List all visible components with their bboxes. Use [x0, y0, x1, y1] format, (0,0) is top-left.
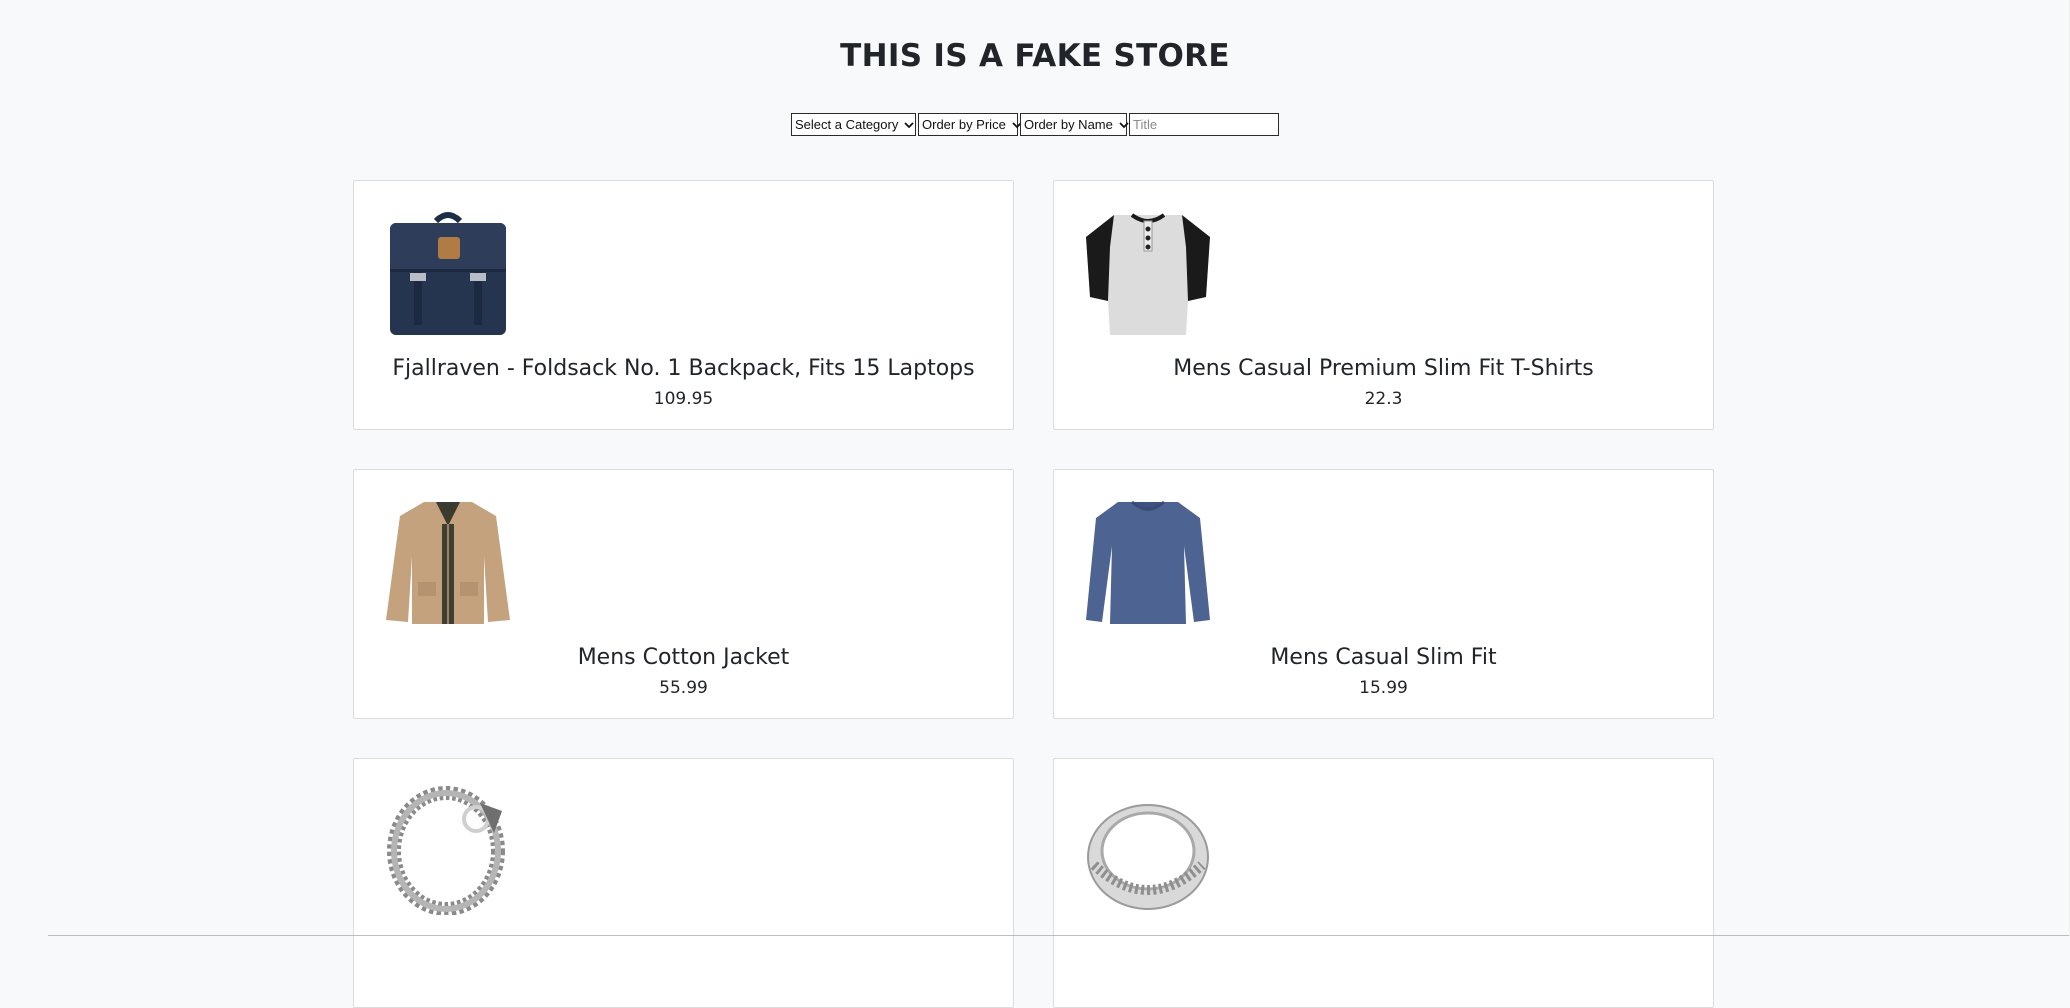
product-card[interactable]	[1053, 758, 1714, 1008]
silver-ring-image[interactable]	[1084, 785, 1212, 915]
product-name[interactable]: Fjallraven - Foldsack No. 1 Backpack, Fi…	[354, 353, 1013, 385]
product-name[interactable]: Mens Cotton Jacket	[354, 642, 1013, 674]
product-card[interactable]: Mens Casual Premium Slim Fit T-Shirts 22…	[1053, 180, 1714, 430]
product-grid: Fjallraven - Foldsack No. 1 Backpack, Fi…	[353, 180, 1714, 1008]
product-name[interactable]: Mens Casual Premium Slim Fit T-Shirts	[1054, 353, 1713, 385]
chevron-down-icon	[904, 117, 914, 132]
longsleeve-shirt-image[interactable]	[1084, 496, 1212, 626]
product-price: 22.3	[1364, 389, 1403, 409]
product-price: 15.99	[1359, 678, 1408, 698]
name-order-label: Order by Name	[1024, 117, 1113, 132]
category-select[interactable]: Select a Category	[791, 113, 916, 136]
product-card[interactable]: Mens Cotton Jacket 55.99	[353, 469, 1014, 719]
jacket-image[interactable]	[384, 496, 512, 626]
product-card[interactable]	[353, 758, 1014, 1008]
price-order-label: Order by Price	[922, 117, 1006, 132]
henley-shirt-image[interactable]	[1084, 207, 1212, 337]
product-card[interactable]: Fjallraven - Foldsack No. 1 Backpack, Fi…	[353, 180, 1014, 430]
product-name[interactable]: Mens Casual Slim Fit	[1054, 642, 1713, 674]
product-card[interactable]: Mens Casual Slim Fit 15.99	[1053, 469, 1714, 719]
price-order-select[interactable]: Order by Price	[918, 113, 1022, 136]
name-order-select[interactable]: Order by Name	[1020, 113, 1129, 136]
chain-bracelet-image[interactable]	[384, 785, 512, 915]
title-search-input[interactable]	[1129, 113, 1279, 136]
chevron-down-icon	[1119, 117, 1129, 132]
filter-bar: Select a Category Order by Price Order b…	[0, 113, 2070, 136]
category-select-label: Select a Category	[795, 117, 899, 132]
product-price: 55.99	[659, 678, 708, 698]
page-title: THIS IS A FAKE STORE	[840, 38, 1230, 74]
product-price: 109.95	[653, 389, 714, 409]
backpack-image[interactable]	[384, 207, 512, 337]
